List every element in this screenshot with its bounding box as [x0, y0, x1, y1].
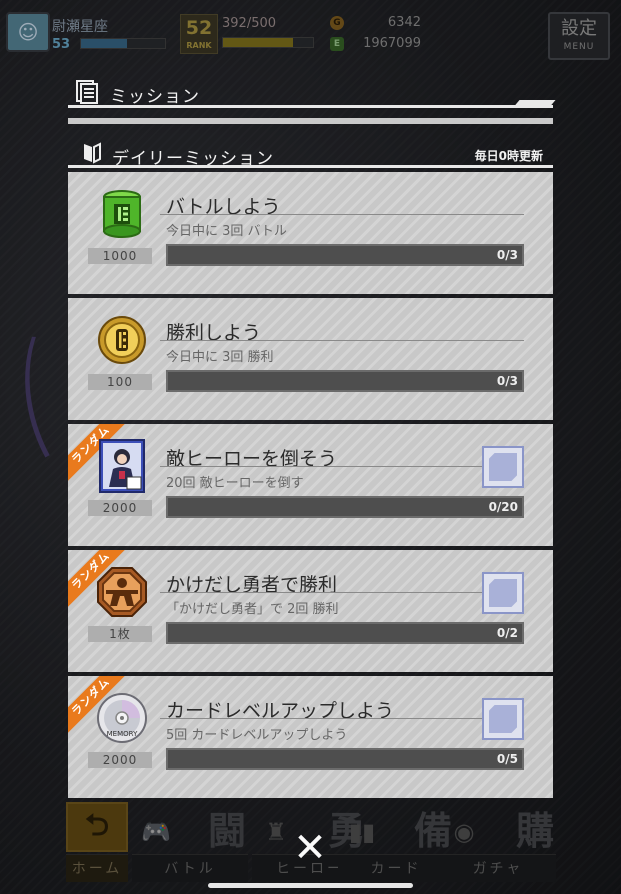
reset-note: 毎日0時更新 — [474, 149, 543, 163]
panel-header: ミッション — [68, 72, 556, 108]
gold-medal-icon — [94, 312, 150, 368]
title-underline — [160, 214, 524, 215]
green-can-icon — [94, 186, 150, 242]
skip-icon — [489, 705, 517, 733]
reward-count: 2000 — [88, 752, 152, 768]
divider — [68, 118, 553, 124]
skip-mission-button[interactable] — [482, 446, 524, 488]
skip-mission-button[interactable] — [482, 572, 524, 614]
title-underline — [160, 592, 524, 593]
document-icon — [76, 80, 98, 104]
progress-bar: 0/20 — [166, 496, 524, 518]
mission-list: 1000 バトルしよう 今日中に 3回 バトル 0/3 100 勝利しよう 今日… — [68, 172, 553, 802]
title-underline — [160, 340, 524, 341]
progress-text: 0/3 — [496, 248, 518, 262]
panel-title: ミッション — [110, 87, 200, 107]
memory-label: MEMORY — [107, 730, 138, 738]
mission-description: 今日中に 3回 勝利 — [166, 350, 274, 365]
progress-bar: 0/5 — [166, 748, 524, 770]
mission-description: 今日中に 3回 バトル — [166, 224, 287, 239]
mission-card[interactable]: ランダム MEMORY 2000 カードレベルアップしよう 5回 カードレベルア… — [68, 676, 553, 798]
skip-icon — [489, 579, 517, 607]
hero-badge-icon — [94, 564, 150, 620]
close-button[interactable]: ✕ — [288, 826, 332, 870]
progress-text: 0/3 — [496, 374, 518, 388]
home-indicator[interactable] — [208, 883, 413, 888]
progress-bar: 0/3 — [166, 244, 524, 266]
progress-text: 0/20 — [488, 500, 518, 514]
mission-description: 5回 カードレベルアップしよう — [166, 728, 348, 743]
progress-text: 0/2 — [496, 626, 518, 640]
header-accent — [514, 100, 556, 106]
mission-description: 「かけだし勇者」で 2回 勝利 — [166, 602, 339, 617]
skip-icon — [489, 453, 517, 481]
hero-card-icon — [94, 438, 150, 494]
mission-card[interactable]: 100 勝利しよう 今日中に 3回 勝利 0/3 — [68, 298, 553, 420]
title-underline — [160, 718, 524, 719]
mission-card[interactable]: ランダム 1枚 かけだし勇者で勝利 「かけだし勇者」で 2回 勝利 0/2 — [68, 550, 553, 672]
reward-count: 1枚 — [88, 626, 152, 642]
reward-count: 100 — [88, 374, 152, 390]
progress-bar: 0/3 — [166, 370, 524, 392]
mission-card[interactable]: 1000 バトルしよう 今日中に 3回 バトル 0/3 — [68, 172, 553, 294]
reward-count: 2000 — [88, 500, 152, 516]
daily-section-title: デイリーミッション — [112, 149, 274, 169]
daily-section-header: デイリーミッション 毎日0時更新 — [68, 136, 553, 169]
memory-disc-icon: MEMORY — [94, 690, 150, 746]
progress-bar: 0/2 — [166, 622, 524, 644]
mission-description: 20回 敵ヒーローを倒す — [166, 476, 304, 491]
mission-card[interactable]: ランダム 2000 敵ヒーローを倒そう 20回 敵ヒーローを倒す 0/20 — [68, 424, 553, 546]
title-underline — [160, 466, 524, 467]
reward-count: 1000 — [88, 248, 152, 264]
mission-panel: ミッション デイリーミッション 毎日0時更新 1000 バトルしよう 今日中に … — [68, 72, 556, 798]
progress-text: 0/5 — [496, 752, 518, 766]
skip-mission-button[interactable] — [482, 698, 524, 740]
daily-flag-icon — [84, 142, 101, 164]
